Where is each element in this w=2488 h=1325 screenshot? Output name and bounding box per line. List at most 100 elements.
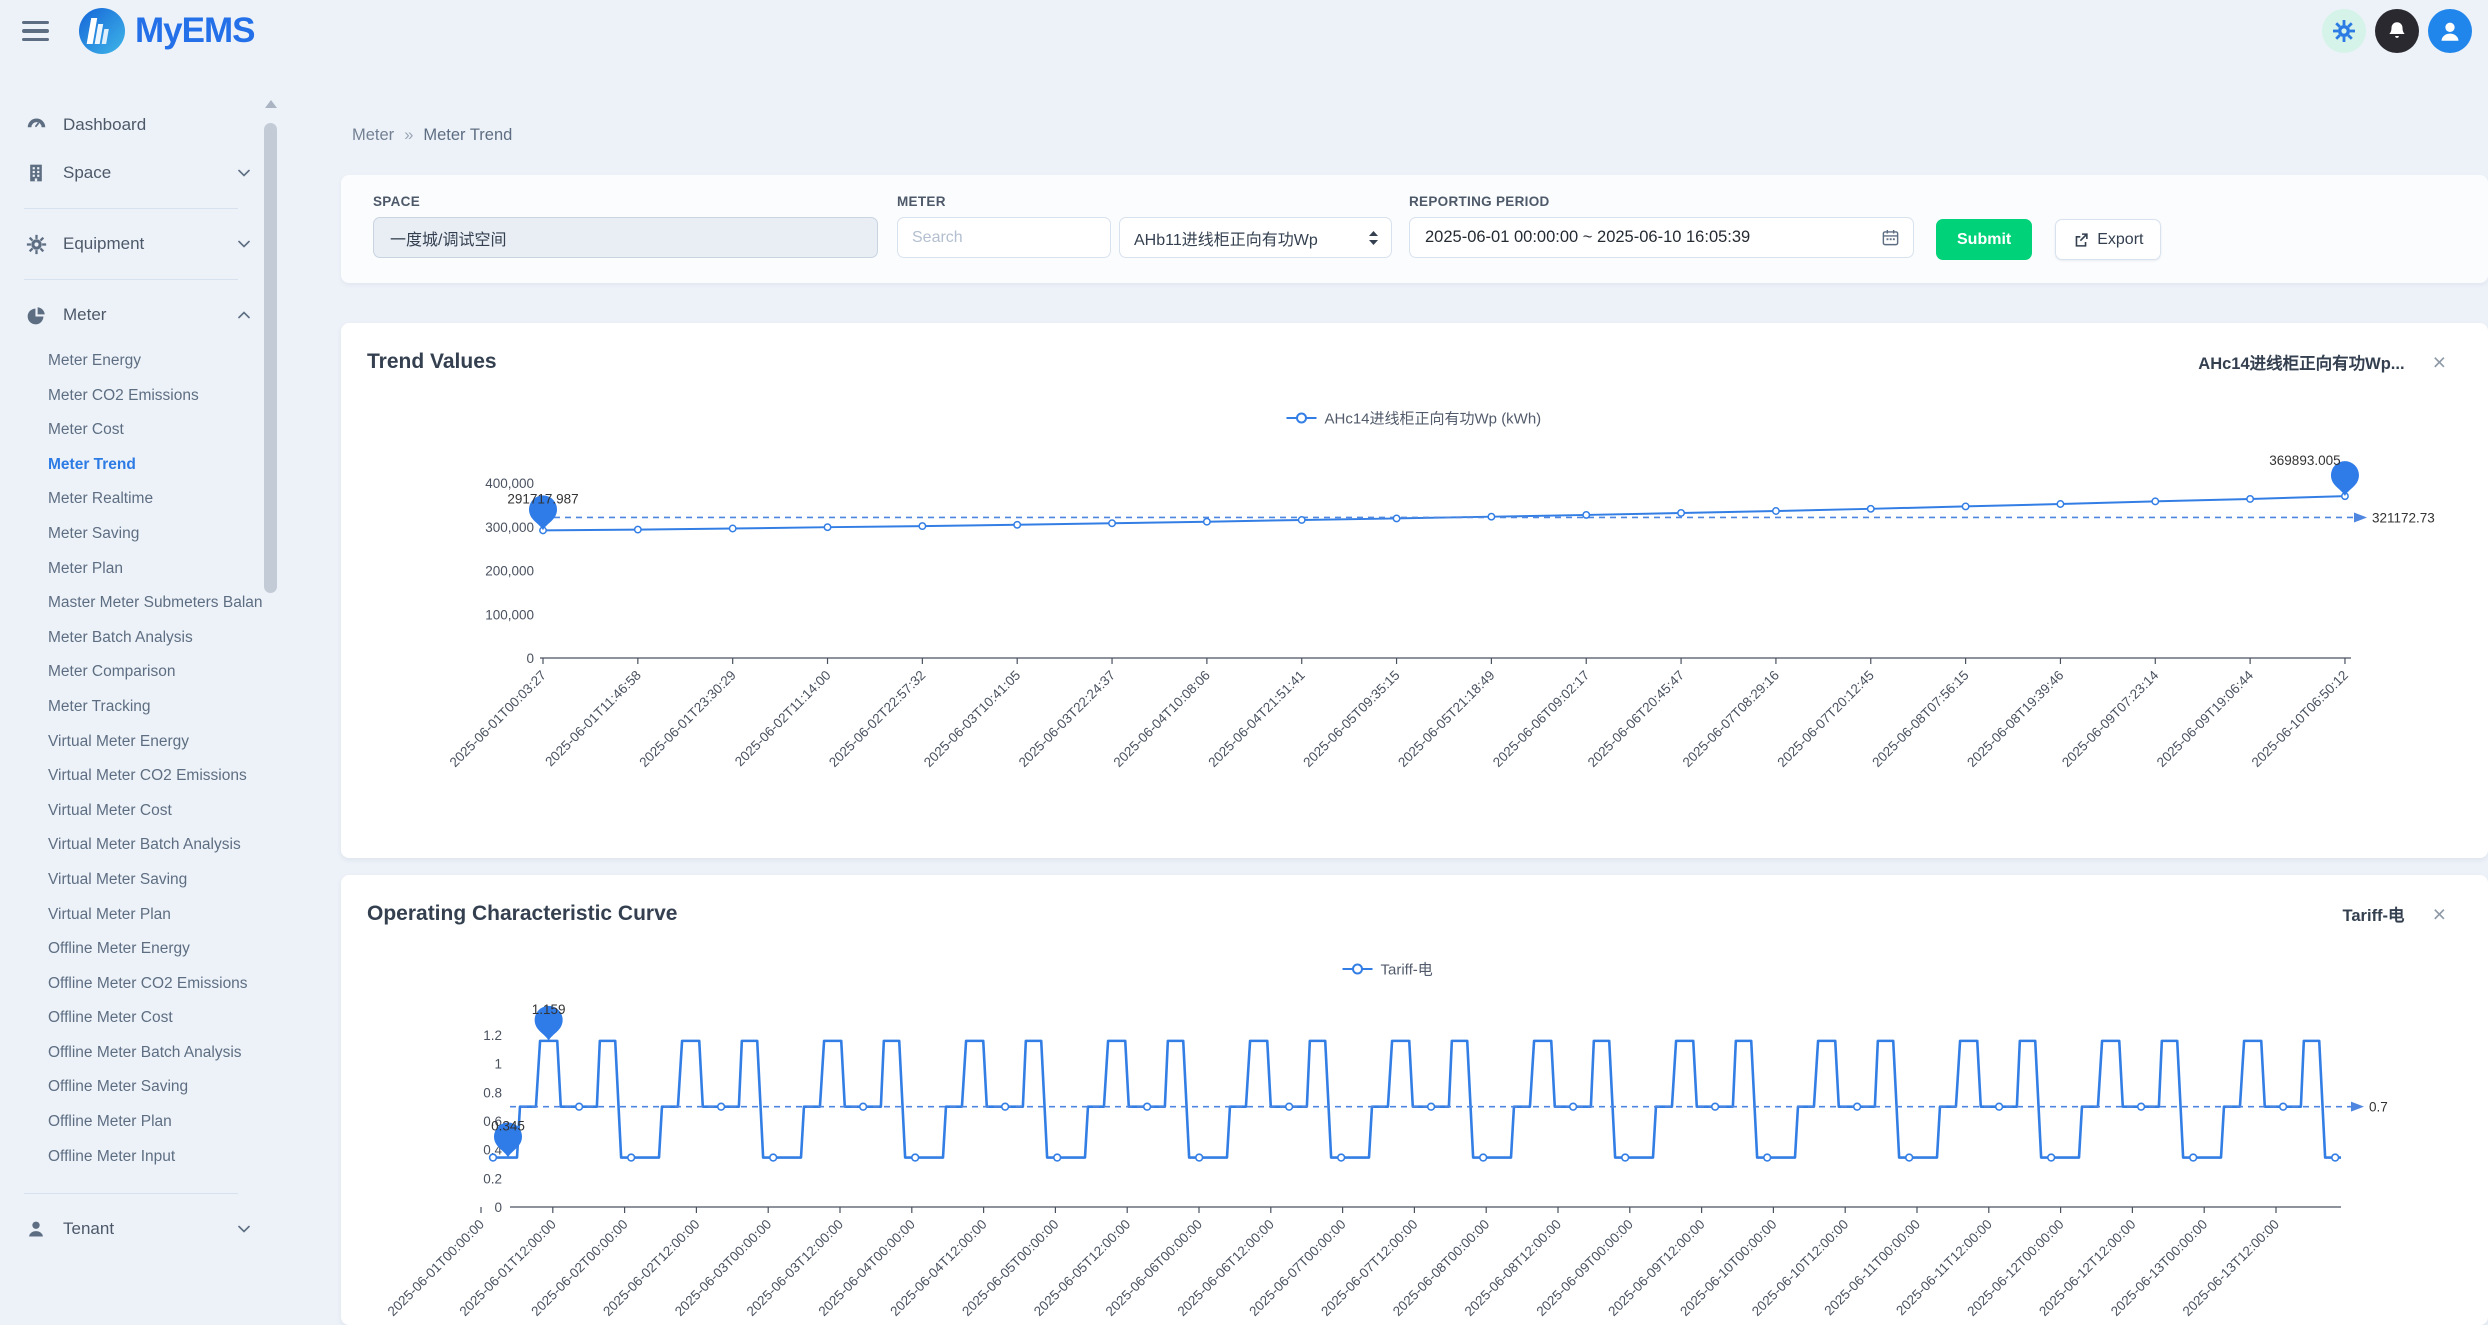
- meter-select[interactable]: AHb11进线柜正向有功Wp: [1119, 217, 1392, 258]
- sidebar-item-equipment[interactable]: Equipment: [0, 220, 262, 268]
- sidebar-subitem[interactable]: Offline Meter Saving: [0, 1070, 262, 1105]
- meter-submenu: Meter EnergyMeter CO2 EmissionsMeter Cos…: [0, 339, 262, 1182]
- sidebar-subitem[interactable]: Virtual Meter Plan: [0, 898, 262, 933]
- gauge-icon: [24, 115, 48, 136]
- svg-text:2025-06-01T11:46:58: 2025-06-01T11:46:58: [542, 668, 644, 770]
- sidebar-subitem[interactable]: Meter Trend: [0, 448, 262, 483]
- sidebar-subitem[interactable]: Meter Saving: [0, 517, 262, 552]
- svg-text:2025-06-02T22:57:32: 2025-06-02T22:57:32: [826, 668, 928, 770]
- svg-text:2025-06-07T20:12:45: 2025-06-07T20:12:45: [1774, 668, 1876, 770]
- menu-toggle-icon[interactable]: [22, 21, 49, 42]
- top-navbar: MyEMS: [0, 0, 2488, 62]
- sidebar-subitem[interactable]: Offline Meter CO2 Emissions: [0, 967, 262, 1002]
- sidebar-subitem[interactable]: Virtual Meter Batch Analysis: [0, 828, 262, 863]
- sort-arrows-icon: [1368, 230, 1379, 246]
- sidebar-subitem[interactable]: Meter Plan: [0, 552, 262, 587]
- settings-button[interactable]: [2322, 9, 2366, 53]
- sidebar-subitem[interactable]: Offline Meter Plan: [0, 1105, 262, 1140]
- external-link-icon: [2073, 232, 2089, 248]
- sidebar-item-label: Tenant: [63, 1219, 114, 1239]
- svg-text:2025-06-06T20:45:47: 2025-06-06T20:45:47: [1585, 668, 1687, 770]
- svg-text:2025-06-01T23:30:29: 2025-06-01T23:30:29: [636, 668, 738, 770]
- svg-text:300,000: 300,000: [485, 520, 534, 535]
- svg-text:2025-06-03T22:24:37: 2025-06-03T22:24:37: [1016, 668, 1118, 770]
- sidebar-subitem[interactable]: Virtual Meter Cost: [0, 794, 262, 829]
- sidebar-subitem[interactable]: Virtual Meter CO2 Emissions: [0, 759, 262, 794]
- svg-text:100,000: 100,000: [485, 607, 534, 622]
- space-label: SPACE: [373, 194, 878, 209]
- app-title: MyEMS: [135, 11, 254, 51]
- reporting-period-input[interactable]: 2025-06-01 00:00:00 ~ 2025-06-10 16:05:3…: [1409, 217, 1914, 258]
- sidebar-item-meter[interactable]: Meter: [0, 291, 262, 339]
- sidebar-subitem[interactable]: Meter Cost: [0, 413, 262, 448]
- svg-text:2025-06-01T00:03:27: 2025-06-01T00:03:27: [447, 668, 549, 770]
- svg-text:0: 0: [526, 651, 534, 666]
- calendar-icon: [1881, 228, 1900, 247]
- sidebar-nav: Dashboard Space Equipment Meter Meter En…: [0, 62, 262, 1252]
- notifications-button[interactable]: [2375, 9, 2419, 53]
- svg-text:2025-06-04T10:08:06: 2025-06-04T10:08:06: [1111, 668, 1213, 770]
- export-button-label: Export: [2097, 231, 2143, 249]
- svg-text:Tariff-电: Tariff-电: [1381, 962, 1433, 979]
- filter-panel: SPACE 一度城/调试空间 METER Search AHb11进线柜正向有功…: [341, 175, 2488, 283]
- sidebar-divider: [24, 208, 238, 209]
- sidebar-subitem[interactable]: Virtual Meter Saving: [0, 863, 262, 898]
- submit-button[interactable]: Submit: [1936, 219, 2032, 260]
- svg-text:0: 0: [494, 1200, 502, 1215]
- sidebar-item-space[interactable]: Space: [0, 149, 262, 197]
- svg-text:1.159: 1.159: [532, 1002, 566, 1017]
- svg-text:2025-06-02T11:14:00: 2025-06-02T11:14:00: [732, 668, 834, 770]
- breadcrumb-separator: »: [404, 126, 413, 144]
- svg-text:2025-06-03T10:41:05: 2025-06-03T10:41:05: [921, 668, 1023, 770]
- logo-building-icon: [79, 8, 125, 54]
- svg-text:0.2: 0.2: [483, 1171, 502, 1186]
- sidebar-subitem[interactable]: Meter Tracking: [0, 690, 262, 725]
- sidebar-subitem[interactable]: Offline Meter Input: [0, 1140, 262, 1175]
- sidebar-subitem[interactable]: Offline Meter Batch Analysis: [0, 1036, 262, 1071]
- svg-text:AHc14进线柜正向有功Wp (kWh): AHc14进线柜正向有功Wp (kWh): [1325, 411, 1542, 428]
- svg-text:2025-06-05T21:18:49: 2025-06-05T21:18:49: [1395, 668, 1497, 770]
- chevron-up-icon: [238, 311, 250, 319]
- sidebar-subitem[interactable]: Meter Batch Analysis: [0, 621, 262, 656]
- svg-text:1: 1: [494, 1057, 502, 1072]
- sidebar-subitem[interactable]: Meter CO2 Emissions: [0, 379, 262, 414]
- svg-text:2025-06-10T06:50:12: 2025-06-10T06:50:12: [2249, 668, 2351, 770]
- svg-text:2025-06-06T09:02:17: 2025-06-06T09:02:17: [1490, 668, 1592, 770]
- scrollbar-thumb[interactable]: [264, 123, 277, 593]
- breadcrumb: Meter»Meter Trend: [352, 126, 2488, 145]
- sidebar-item-label: Space: [63, 163, 111, 183]
- meter-label: METER: [897, 194, 1392, 209]
- sidebar-subitem[interactable]: Meter Realtime: [0, 482, 262, 517]
- svg-text:2025-06-07T08:29:16: 2025-06-07T08:29:16: [1680, 668, 1782, 770]
- space-input[interactable]: 一度城/调试空间: [373, 217, 878, 258]
- sidebar-subitem[interactable]: Virtual Meter Energy: [0, 725, 262, 760]
- export-button[interactable]: Export: [2055, 219, 2161, 260]
- sidebar-subitem[interactable]: Offline Meter Energy: [0, 932, 262, 967]
- sidebar-scrollbar[interactable]: [262, 62, 280, 1252]
- svg-text:2025-06-08T19:39:46: 2025-06-08T19:39:46: [1964, 668, 2066, 770]
- meter-search-input[interactable]: Search: [897, 217, 1111, 258]
- close-icon[interactable]: ×: [2433, 353, 2446, 371]
- app-logo[interactable]: MyEMS: [79, 8, 254, 54]
- account-button[interactable]: [2428, 9, 2472, 53]
- sidebar-subitem[interactable]: Offline Meter Cost: [0, 1001, 262, 1036]
- meter-select-value: AHb11进线柜正向有功Wp: [1134, 226, 1318, 250]
- sidebar-subitem[interactable]: Meter Energy: [0, 344, 262, 379]
- breadcrumb-parent[interactable]: Meter: [352, 126, 394, 144]
- trend-chart-canvas[interactable]: AHc14进线柜正向有功Wp (kWh) 0 100,000 200,000 300,0…: [341, 323, 2488, 858]
- sidebar-subitem[interactable]: Meter Comparison: [0, 655, 262, 690]
- svg-text:2025-06-08T07:56:15: 2025-06-08T07:56:15: [1869, 668, 1971, 770]
- person-icon: [2437, 18, 2463, 44]
- close-icon[interactable]: ×: [2433, 905, 2446, 923]
- trend-card-title: Trend Values: [367, 350, 497, 374]
- occ-card-meter-label: Tariff-电: [2343, 902, 2405, 926]
- sidebar-subitem[interactable]: Master Meter Submeters Balance: [0, 586, 262, 621]
- svg-text:2025-06-09T07:23:14: 2025-06-09T07:23:14: [2059, 667, 2162, 770]
- sidebar-item-dashboard[interactable]: Dashboard: [0, 101, 262, 149]
- scroll-up-arrow-icon[interactable]: [265, 100, 277, 108]
- occ-chart-canvas[interactable]: Tariff-电00.20.40.60.811.22025-06-01T00:0…: [341, 875, 2488, 1325]
- svg-text:200,000: 200,000: [485, 564, 534, 579]
- svg-text:2025-06-05T09:35:15: 2025-06-05T09:35:15: [1300, 668, 1402, 770]
- chevron-down-icon: [238, 1225, 250, 1233]
- sidebar-item-tenant[interactable]: Tenant: [0, 1205, 262, 1252]
